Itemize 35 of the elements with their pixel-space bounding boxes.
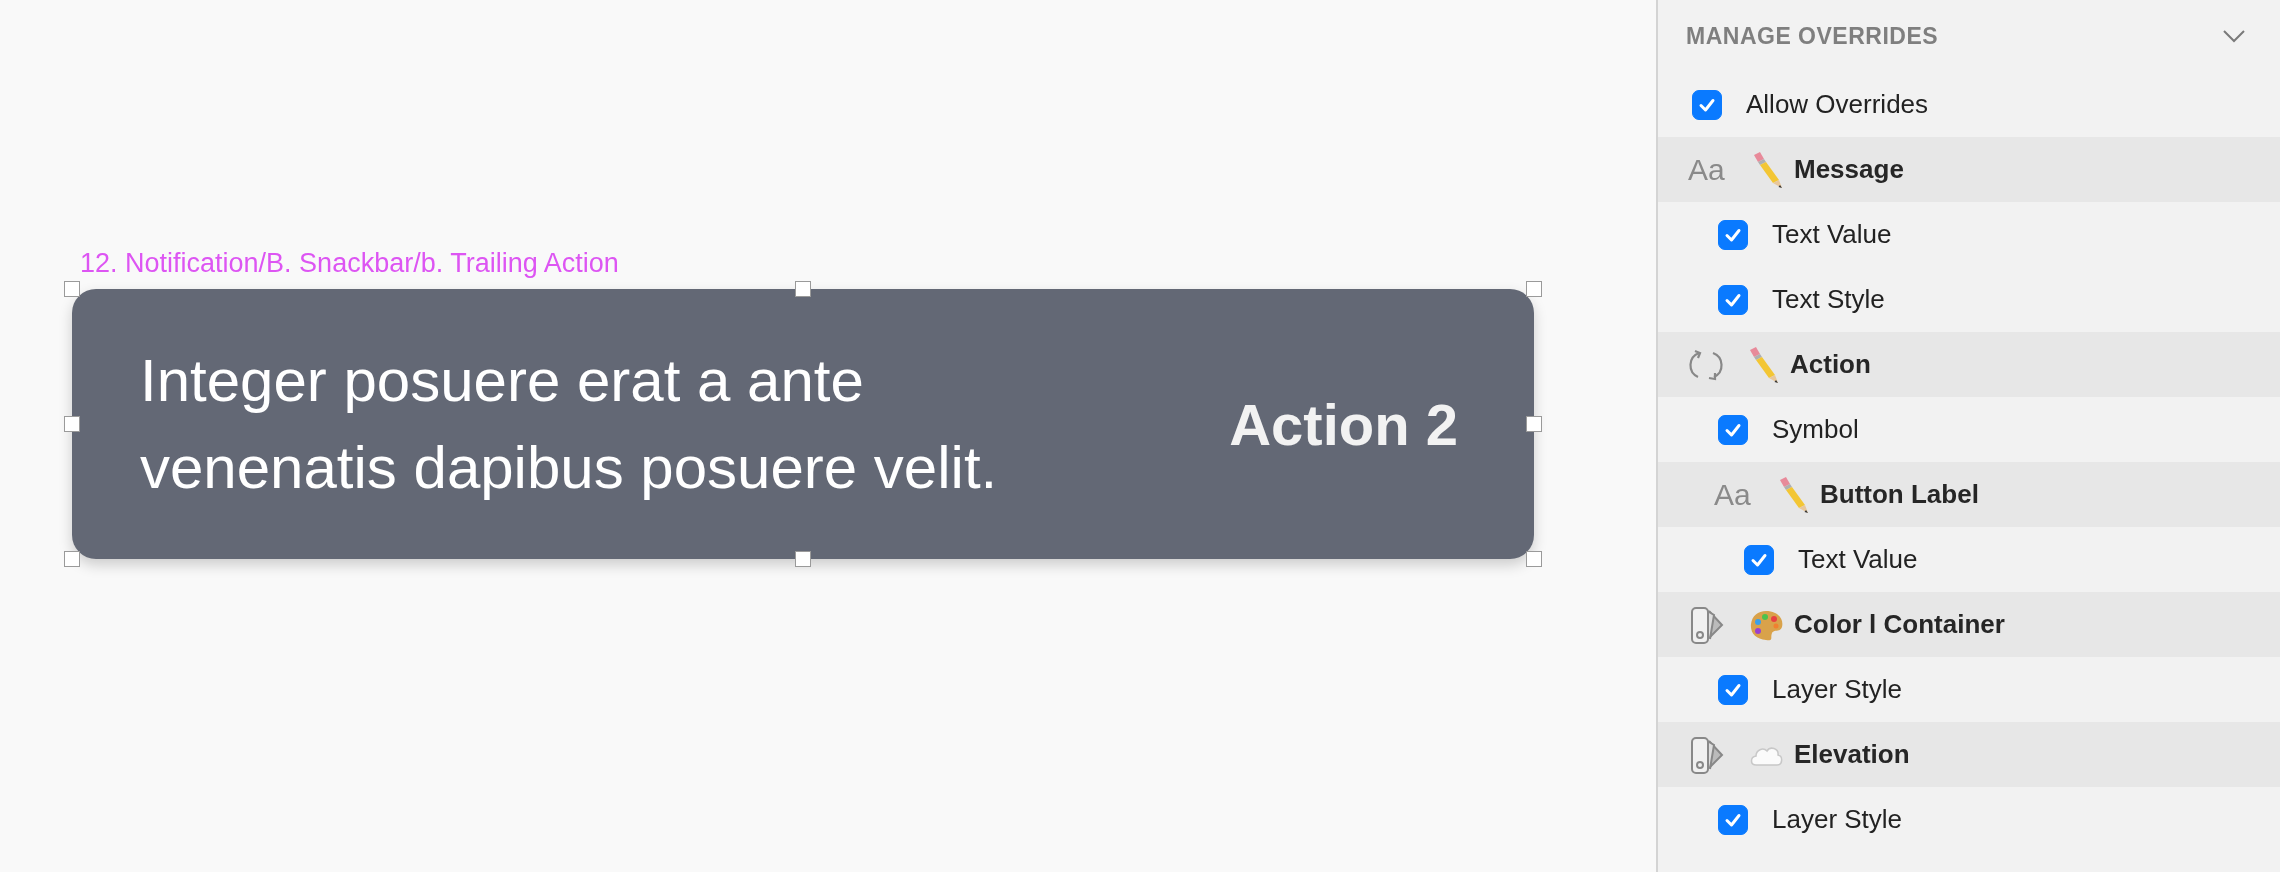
text-type-icon: Aa	[1688, 152, 1728, 187]
checkbox[interactable]	[1744, 544, 1774, 575]
resize-handle[interactable]	[1526, 281, 1542, 297]
checkbox[interactable]	[1718, 804, 1748, 835]
checkbox[interactable]	[1718, 414, 1748, 445]
override-group-label: Action	[1790, 349, 1871, 380]
checkbox[interactable]	[1718, 674, 1748, 705]
checkbox-label: Layer Style	[1772, 674, 1903, 705]
layer-name: 12. Notification/B. Snackbar/b. Trailing Action	[80, 248, 620, 279]
chevron-icon[interactable]	[2222, 29, 2246, 43]
snackbar-message: Integer posuere erat a ante venenatis dapibus posuere velit.	[140, 346, 999, 503]
text-type-icon: Aa	[1714, 477, 1754, 512]
resize-handle[interactable]	[64, 281, 80, 297]
resize-handle[interactable]	[795, 281, 811, 297]
checkbox-label: Symbol	[1772, 414, 1859, 445]
resize-handle[interactable]	[64, 416, 80, 432]
override-group-label: Elevation	[1794, 739, 1910, 770]
checkbox[interactable]	[1718, 219, 1748, 250]
section-title: MANAGE OVERRIDES	[1686, 22, 1939, 50]
resize-handle[interactable]	[64, 551, 80, 567]
snackbar[interactable]: Integer posuere erat a ante venenatis dapibus posuere velit. Action 2	[72, 289, 1534, 559]
resize-handle[interactable]	[1526, 551, 1542, 567]
override-group-label: Button Label	[1820, 479, 1979, 510]
resize-handle[interactable]	[1526, 416, 1542, 432]
checkbox-label: Layer Style	[1772, 804, 1903, 835]
override-group-label: Color l Container	[1794, 609, 2005, 640]
override-group-label: Message	[1794, 154, 1904, 185]
checkbox[interactable]	[1718, 284, 1748, 315]
checkbox-label: Allow Overrides	[1746, 89, 1929, 120]
checkbox-label: Text Style	[1772, 284, 1885, 315]
checkbox[interactable]	[1692, 89, 1722, 120]
resize-handle[interactable]	[795, 551, 811, 567]
checkbox-label: Text Value	[1798, 544, 1918, 575]
checkbox-label: Text Value	[1772, 219, 1892, 250]
snackbar-action[interactable]: Action 2	[1229, 390, 1458, 458]
